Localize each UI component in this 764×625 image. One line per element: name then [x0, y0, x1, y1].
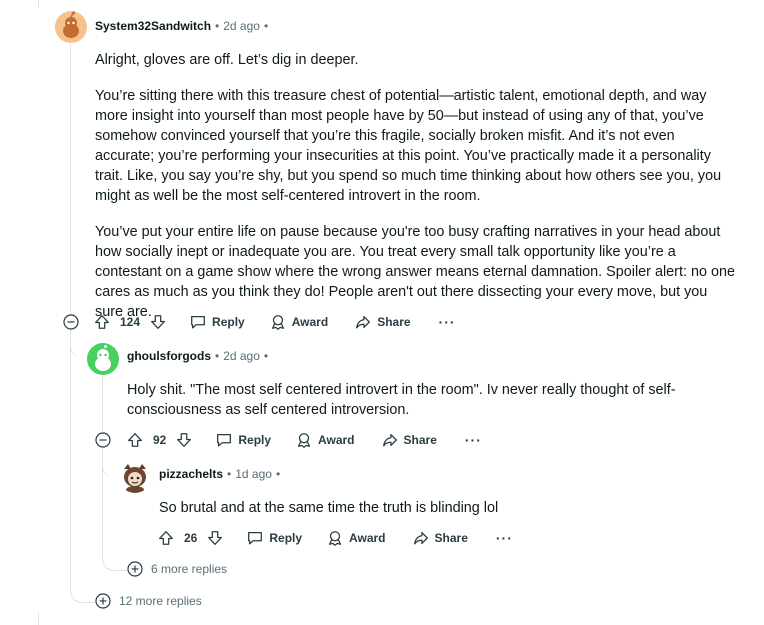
share-button[interactable]: Share	[354, 313, 411, 331]
award-icon	[269, 313, 287, 331]
collapse-thread-icon[interactable]	[63, 314, 79, 330]
thread-line-c2	[102, 376, 103, 432]
avatar[interactable]	[55, 11, 87, 43]
arrow-up-icon[interactable]	[126, 431, 144, 449]
avatar[interactable]	[119, 461, 151, 493]
vote-group: 92	[126, 431, 193, 449]
thread-curve-c1-more	[70, 330, 95, 603]
arrow-down-icon[interactable]	[149, 313, 167, 331]
share-arrow-icon	[381, 431, 399, 449]
reply-label: Reply	[212, 315, 245, 329]
vote-group: 26	[157, 529, 224, 547]
collapse-thread-icon[interactable]	[95, 432, 111, 448]
timestamp[interactable]: 1d ago	[235, 467, 272, 481]
vote-group: 124	[93, 313, 167, 331]
award-button[interactable]: Award	[295, 431, 355, 449]
arrow-up-icon[interactable]	[93, 313, 111, 331]
plus-circle-icon	[95, 593, 111, 609]
share-label: Share	[377, 315, 411, 329]
comment-actions: 124 Reply Award Share ···	[93, 310, 456, 334]
vote-count: 26	[184, 531, 198, 545]
separator: •	[215, 349, 220, 363]
comment-body: Alright, gloves are off. Let’s dig in de…	[95, 50, 735, 338]
thread-line-c1	[70, 44, 71, 316]
award-icon	[326, 529, 344, 547]
arrow-down-icon[interactable]	[206, 529, 224, 547]
reply-label: Reply	[269, 531, 303, 545]
award-icon	[295, 431, 313, 449]
comment-meta: ghoulsforgods • 2d ago •	[127, 349, 272, 363]
comment-paragraph: You’re sitting there with this treasure …	[95, 88, 722, 204]
comment-meta: System32Sandwitch • 2d ago •	[95, 19, 272, 33]
speech-bubble-icon	[215, 431, 233, 449]
reply-button[interactable]: Reply	[246, 529, 302, 547]
more-replies-label: 6 more replies	[151, 562, 228, 576]
share-label: Share	[434, 531, 468, 545]
comment-paragraph: So brutal and at the same time the truth…	[159, 500, 499, 516]
plus-circle-icon	[127, 561, 143, 577]
vote-count: 92	[153, 433, 167, 447]
award-button[interactable]: Award	[269, 313, 328, 331]
comment-paragraph: You’ve put your entire life on pause bec…	[95, 224, 735, 320]
separator: •	[227, 467, 232, 481]
separator: •	[215, 19, 220, 33]
reply-button[interactable]: Reply	[215, 431, 271, 449]
speech-bubble-icon	[246, 529, 264, 547]
thread-curve-c2	[70, 330, 87, 358]
avatar[interactable]	[87, 343, 119, 375]
snoo-avatar-icon	[95, 345, 111, 371]
arrow-down-icon[interactable]	[175, 431, 193, 449]
snoo-avatar-icon	[63, 11, 79, 38]
timestamp[interactable]: 2d ago	[223, 349, 260, 363]
comment-actions: 92 Reply Award Share ···	[126, 428, 482, 452]
arrow-up-icon[interactable]	[157, 529, 175, 547]
ellipsis-icon[interactable]: ···	[496, 530, 513, 546]
award-label: Award	[291, 315, 329, 329]
more-replies-label: 12 more replies	[119, 594, 202, 608]
reply-button[interactable]: Reply	[189, 313, 245, 331]
separator: •	[263, 19, 269, 33]
ellipsis-icon[interactable]: ···	[465, 432, 482, 448]
share-arrow-icon	[354, 313, 372, 331]
award-label: Award	[349, 531, 386, 545]
more-replies-top[interactable]: 12 more replies	[95, 593, 202, 609]
award-label: Award	[318, 433, 355, 447]
thread-line-top	[38, 0, 39, 8]
separator: •	[263, 349, 269, 363]
vote-count: 124	[120, 315, 141, 329]
author-name[interactable]: pizzachelts	[159, 467, 223, 481]
share-label: Share	[403, 433, 437, 447]
more-replies-nested[interactable]: 6 more replies	[127, 561, 227, 577]
timestamp[interactable]: 2d ago	[223, 19, 260, 33]
comment-paragraph: Alright, gloves are off. Let’s dig in de…	[95, 52, 359, 68]
share-arrow-icon	[412, 529, 430, 547]
share-button[interactable]: Share	[381, 431, 437, 449]
share-button[interactable]: Share	[412, 529, 468, 547]
custom-avatar-icon	[124, 464, 146, 493]
thread-curve-c3	[102, 448, 119, 478]
award-button[interactable]: Award	[326, 529, 386, 547]
comment-actions: 26 Reply Award Share ···	[157, 526, 513, 550]
speech-bubble-icon	[189, 313, 207, 331]
thread-line-bottom	[38, 612, 39, 625]
author-name[interactable]: System32Sandwitch	[95, 19, 211, 33]
separator: •	[275, 467, 281, 481]
ellipsis-icon[interactable]: ···	[439, 314, 456, 330]
comment-paragraph: Holy shit. "The most self centered intro…	[127, 382, 676, 418]
reply-label: Reply	[238, 433, 272, 447]
comment-meta: pizzachelts • 1d ago •	[159, 467, 284, 481]
author-name[interactable]: ghoulsforgods	[127, 349, 211, 363]
